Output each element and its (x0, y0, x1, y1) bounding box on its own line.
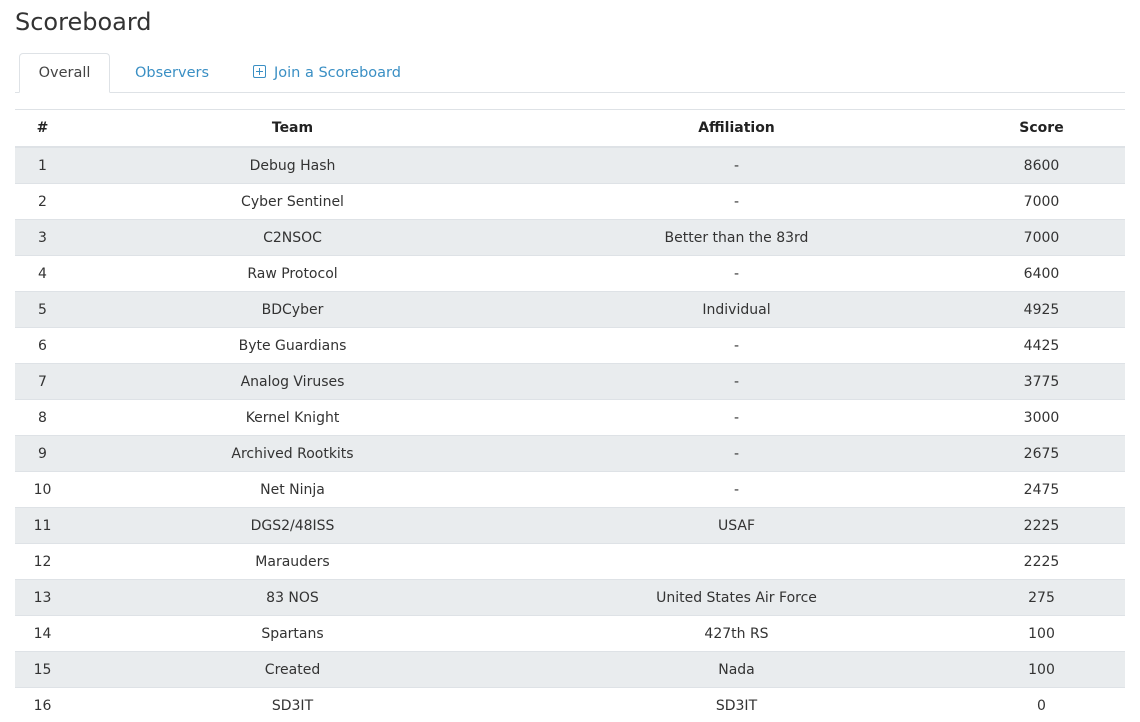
cell-score: 3775 (958, 363, 1125, 400)
table-row: 10 Net Ninja -2475 (15, 471, 1125, 508)
cell-rank: 13 (15, 579, 70, 616)
cell-score: 100 (958, 615, 1125, 652)
cell-rank: 10 (15, 471, 70, 508)
cell-score: 4425 (958, 327, 1125, 364)
table-header-row: # Team Affiliation Score (15, 109, 1125, 148)
cell-score: 3000 (958, 399, 1125, 436)
cell-rank: 3 (15, 219, 70, 256)
table-row: 9 Archived Rootkits -2675 (15, 435, 1125, 472)
cell-score: 7000 (958, 219, 1125, 256)
tab-join-scoreboard[interactable]: Join a Scoreboard (253, 53, 413, 93)
cell-team: Marauders (70, 543, 515, 580)
cell-score: 6400 (958, 255, 1125, 292)
cell-team: Spartans (70, 615, 515, 652)
cell-affiliation: - (515, 255, 958, 292)
cell-rank: 15 (15, 651, 70, 688)
cell-rank: 16 (15, 687, 70, 722)
cell-rank: 4 (15, 255, 70, 292)
cell-rank: 9 (15, 435, 70, 472)
cell-team: Cyber Sentinel (70, 183, 515, 220)
scoreboard-table: # Team Affiliation Score 1 Debug Hash -860… (15, 109, 1125, 722)
cell-team: Raw Protocol (70, 255, 515, 292)
cell-affiliation: - (515, 435, 958, 472)
cell-affiliation: 427th RS (515, 615, 958, 652)
scoreboard-rows: 1 Debug Hash -8600 2 Cyber Sentinel -7000 3 C2N… (15, 146, 1125, 722)
cell-score: 2475 (958, 471, 1125, 508)
cell-affiliation: USAF (515, 507, 958, 544)
table-row: 6 Byte Guardians -4425 (15, 327, 1125, 364)
header-score[interactable]: Score (958, 109, 1125, 148)
header-affiliation[interactable]: Affiliation (515, 109, 958, 148)
cell-team: Created (70, 651, 515, 688)
cell-affiliation: Better than the 83rd (515, 219, 958, 256)
table-row: 8 Kernel Knight -3000 (15, 399, 1125, 436)
cell-score: 100 (958, 651, 1125, 688)
cell-score: 0 (958, 687, 1125, 722)
cell-team: Analog Viruses (70, 363, 515, 400)
cell-team: Archived Rootkits (70, 435, 515, 472)
table-row: 11 DGS2/48ISS USAF 2225 (15, 507, 1125, 544)
cell-team: Net Ninja (70, 471, 515, 508)
cell-rank: 11 (15, 507, 70, 544)
table-row: 13 83 NOS United States Air Force 275 (15, 579, 1125, 616)
cell-rank: 2 (15, 183, 70, 220)
cell-team: DGS2/48ISS (70, 507, 515, 544)
header-team[interactable]: Team (70, 109, 515, 148)
cell-affiliation: - (515, 363, 958, 400)
cell-rank: 6 (15, 327, 70, 364)
tab-observers[interactable]: Observers (132, 53, 212, 93)
tab-overall-label: Overall (38, 65, 91, 81)
cell-rank: 8 (15, 399, 70, 436)
cell-rank: 7 (15, 363, 70, 400)
cell-score: 4925 (958, 291, 1125, 328)
page-title: Scoreboard (15, 8, 152, 36)
cell-score: 2225 (958, 543, 1125, 580)
tab-join-scoreboard-label: Join a Scoreboard (274, 65, 401, 81)
cell-team: SD3IT (70, 687, 515, 722)
table-row: 15 Created Nada 100 (15, 651, 1125, 688)
table-row: 12 Marauders 2225 (15, 543, 1125, 580)
cell-score: 2675 (958, 435, 1125, 472)
cell-team: BDCyber (70, 291, 515, 328)
table-row: 14 Spartans 427th RS 100 (15, 615, 1125, 652)
cell-team: Kernel Knight (70, 399, 515, 436)
cell-affiliation: - (515, 399, 958, 436)
cell-affiliation: - (515, 183, 958, 220)
cell-affiliation: SD3IT (515, 687, 958, 722)
cell-affiliation: - (515, 471, 958, 508)
table-row: 7 Analog Viruses -3775 (15, 363, 1125, 400)
table-row: 4 Raw Protocol -6400 (15, 255, 1125, 292)
cell-team: C2NSOC (70, 219, 515, 256)
cell-team: Debug Hash (70, 146, 515, 184)
scoreboard-tabs: Overall Observers Join a Scoreboard (15, 53, 1125, 93)
table-row: 5 BDCyber Individual 4925 (15, 291, 1125, 328)
cell-rank: 12 (15, 543, 70, 580)
cell-affiliation: Individual (515, 291, 958, 328)
cell-team: 83 NOS (70, 579, 515, 616)
cell-score: 7000 (958, 183, 1125, 220)
cell-score: 2225 (958, 507, 1125, 544)
plus-square-icon (253, 65, 266, 78)
cell-rank: 1 (15, 146, 70, 184)
table-row: 3 C2NSOC Better than the 83rd 7000 (15, 219, 1125, 256)
cell-affiliation: Nada (515, 651, 958, 688)
cell-rank: 14 (15, 615, 70, 652)
cell-affiliation: - (515, 146, 958, 184)
tab-overall[interactable]: Overall (19, 53, 110, 93)
cell-team: Byte Guardians (70, 327, 515, 364)
cell-rank: 5 (15, 291, 70, 328)
table-row: 1 Debug Hash -8600 (15, 146, 1125, 184)
table-row: 16 SD3IT SD3IT 0 (15, 687, 1125, 722)
cell-affiliation: United States Air Force (515, 579, 958, 616)
cell-score: 8600 (958, 146, 1125, 184)
header-rank[interactable]: # (15, 109, 70, 148)
table-row: 2 Cyber Sentinel -7000 (15, 183, 1125, 220)
cell-score: 275 (958, 579, 1125, 616)
cell-affiliation: - (515, 327, 958, 364)
tab-observers-label: Observers (134, 65, 210, 81)
cell-affiliation (515, 543, 958, 580)
